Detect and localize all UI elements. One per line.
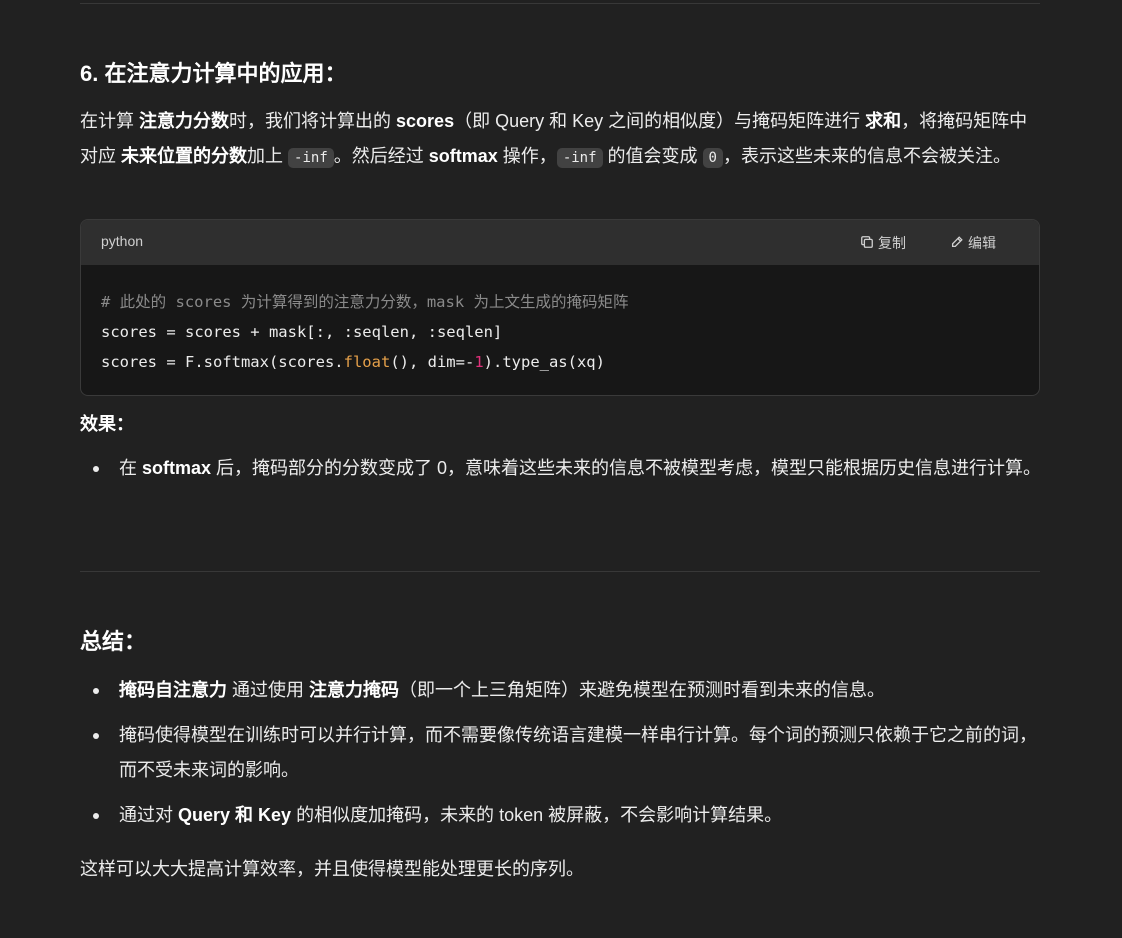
inline-code: -inf: [556, 148, 603, 168]
summary-list: 掩码自注意力 通过使用 注意力掩码（即一个上三角矩阵）来避免模型在预测时看到未来…: [80, 673, 1045, 843]
list-item: 掩码使得模型在训练时可以并行计算，而不需要像传统语言建模一样串行计算。每个词的预…: [80, 718, 1045, 788]
effect-label: 效果：: [80, 414, 134, 434]
code-language-label: python: [101, 233, 144, 249]
copy-icon: [860, 235, 874, 252]
code-block: python 复制 编辑 # 此处的 scores 为计算得到的注意力分数，ma…: [80, 219, 1040, 396]
inline-code: 0: [702, 148, 723, 168]
section-paragraph: 在计算 注意力分数时，我们将计算出的 scores（即 Query 和 Key …: [80, 111, 1028, 168]
section-divider: [80, 571, 1040, 572]
section-heading: 6. 在注意力计算中的应用：: [80, 61, 347, 86]
list-item: 在 softmax 后，掩码部分的分数变成了 0，意味着这些未来的信息不被模型考…: [80, 451, 1045, 486]
code-content: # 此处的 scores 为计算得到的注意力分数，mask 为上文生成的掩码矩阵…: [81, 265, 1039, 377]
inline-code: -inf: [288, 148, 334, 168]
summary-heading: 总结：: [80, 629, 147, 654]
pencil-icon: [950, 235, 964, 252]
list-item: 通过对 Query 和 Key 的相似度加掩码，未来的 token 被屏蔽，不会…: [80, 798, 1045, 833]
closing-paragraph: 这样可以大大提高计算效率，并且使得模型能处理更长的序列。: [80, 859, 584, 879]
copy-button[interactable]: 复制: [860, 233, 906, 253]
effect-list: 在 softmax 后，掩码部分的分数变成了 0，意味着这些未来的信息不被模型考…: [80, 451, 1045, 496]
top-divider: [80, 3, 1040, 4]
code-block-header: python 复制 编辑: [81, 220, 1039, 265]
list-item: 掩码自注意力 通过使用 注意力掩码（即一个上三角矩阵）来避免模型在预测时看到未来…: [80, 673, 1045, 708]
edit-button[interactable]: 编辑: [950, 233, 996, 253]
copy-label: 复制: [878, 235, 906, 251]
code-line: scores = scores + mask[:, :seqlen, :seql…: [101, 323, 503, 341]
code-comment-line: # 此处的 scores 为计算得到的注意力分数，mask 为上文生成的掩码矩阵: [101, 293, 629, 311]
edit-label: 编辑: [968, 235, 996, 251]
code-line: scores = F.softmax(scores.float(), dim=-…: [101, 353, 605, 371]
